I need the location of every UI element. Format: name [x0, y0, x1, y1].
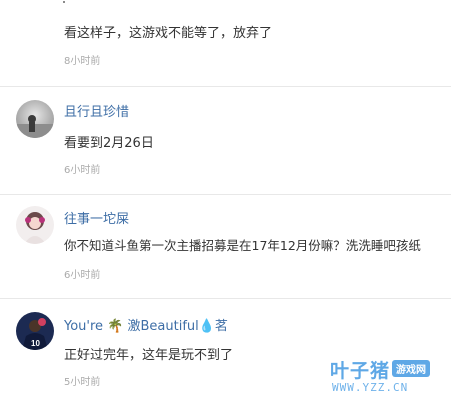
avatar-image-icon: 10 [16, 312, 54, 350]
comment-username[interactable]: 往事一坨屎 [64, 208, 129, 227]
avatar[interactable]: 10 [16, 312, 54, 350]
comment-item: 且行且珍惜 看要到2月26日 6小时前 [0, 87, 451, 194]
decorative-dot [63, 1, 65, 3]
comment-content: 你不知道斗鱼第一次主播招募是在17年12月份嘛？洗洗睡吧孩纸 [64, 238, 421, 253]
comment-username[interactable]: You're 🌴 激Beautiful💧茗 [64, 315, 228, 334]
avatar[interactable] [16, 206, 54, 244]
comment-content: 正好过完年，这年是玩不到了 [64, 348, 234, 363]
comment-time: 6小时前 [64, 270, 101, 281]
comment-time: 8小时前 [64, 56, 101, 67]
watermark-tag: 游戏网 [392, 360, 430, 377]
comment-username[interactable]: 且行且珍惜 [64, 101, 129, 120]
comment-time: 6小时前 [64, 165, 101, 176]
avatar[interactable] [16, 100, 54, 138]
comment-time: 5小时前 [64, 377, 101, 388]
comment-content: 看这样子，这游戏不能等了，放弃了 [64, 26, 273, 41]
watermark-url: WWW.YZZ.CN [332, 381, 409, 394]
comment-item: 看这样子，这游戏不能等了，放弃了 8小时前 [0, 0, 451, 86]
comment-content: 看要到2月26日 [64, 136, 154, 151]
watermark-logo: 叶子猪 游戏网 WWW.YZZ.CN [330, 356, 450, 398]
avatar-image-icon [16, 100, 54, 138]
svg-text:10: 10 [31, 339, 40, 348]
comment-item: 往事一坨屎 你不知道斗鱼第一次主播招募是在17年12月份嘛？洗洗睡吧孩纸 6小时… [0, 195, 451, 298]
watermark-brand: 叶子猪 [330, 360, 391, 382]
avatar-image-icon [16, 206, 54, 244]
